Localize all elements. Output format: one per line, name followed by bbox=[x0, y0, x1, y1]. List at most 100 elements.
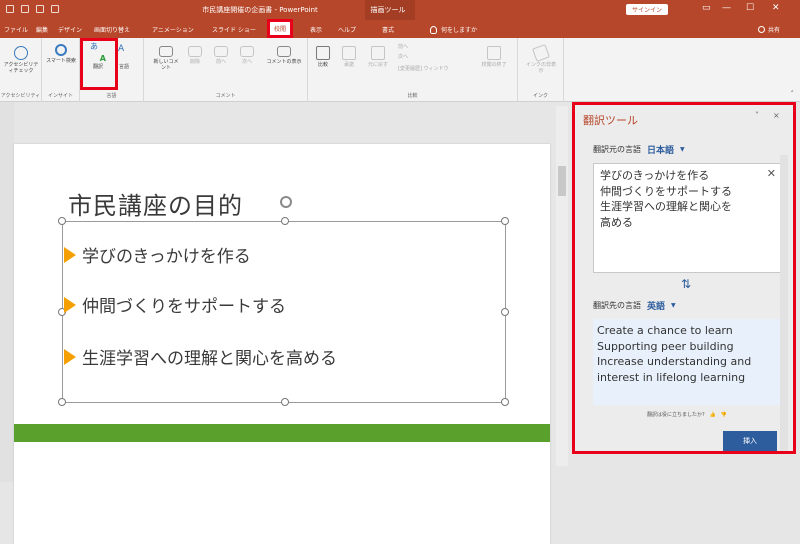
source-language-select[interactable]: 日本語 bbox=[647, 143, 674, 156]
resize-handle[interactable] bbox=[501, 217, 509, 225]
show-comments-label: コメントの表示 bbox=[266, 59, 302, 65]
pane-options-icon[interactable]: ˅ bbox=[755, 111, 759, 120]
tab-review[interactable]: 校閲 bbox=[266, 19, 294, 38]
delete-comment-button[interactable]: 削除 bbox=[184, 46, 206, 65]
prev-comment-button[interactable]: 前へ bbox=[210, 46, 232, 65]
collapse-ribbon-icon[interactable]: ˄ bbox=[791, 90, 795, 98]
quick-access-toolbar bbox=[6, 5, 59, 13]
resize-handle[interactable] bbox=[501, 398, 509, 406]
bullet-arrow-icon bbox=[64, 296, 76, 313]
ink-hide-label: インクの非表示 bbox=[525, 62, 556, 74]
group-label-language: 言語 bbox=[106, 93, 117, 99]
resize-handle[interactable] bbox=[58, 398, 66, 406]
context-tool-title: 描画ツール bbox=[370, 6, 406, 14]
pane-close-button[interactable]: × bbox=[773, 111, 780, 120]
source-text-box[interactable]: ✕ 学びのきっかけを作る 仲間づくりをサポートする 生涯学習への理解と関心を 高… bbox=[593, 163, 783, 273]
translation-result-box[interactable]: Create a chance to learn Supporting peer… bbox=[593, 319, 783, 405]
new-comment-button[interactable]: 新しいコメント bbox=[152, 46, 180, 71]
resize-handle[interactable] bbox=[281, 217, 289, 225]
insert-button[interactable]: 挿入 bbox=[723, 431, 777, 451]
review-pane-button[interactable]: [変更履歴] ウィンドウ bbox=[398, 66, 468, 72]
language-icon bbox=[116, 46, 132, 62]
swap-languages-icon[interactable]: ⇅ bbox=[681, 277, 691, 291]
group-label-insight: インサイト bbox=[47, 93, 73, 99]
thumbnail-strip[interactable] bbox=[0, 102, 14, 482]
share-button[interactable]: 共有 bbox=[758, 25, 780, 34]
tab-slideshow[interactable]: スライド ショー bbox=[212, 25, 256, 34]
pane-title: 翻訳ツール bbox=[583, 114, 638, 127]
bullet-text: 学びのきっかけを作る bbox=[82, 247, 251, 267]
bullet-arrow-icon bbox=[64, 348, 76, 365]
next-change-button[interactable]: 次へ bbox=[398, 54, 428, 60]
show-comments-button[interactable]: コメントの表示 bbox=[266, 46, 302, 65]
compare-button[interactable]: 比較 bbox=[312, 46, 334, 68]
smart-lookup-button[interactable]: スマート検索 bbox=[46, 44, 76, 64]
resize-handle[interactable] bbox=[58, 217, 66, 225]
search-icon bbox=[55, 44, 67, 56]
save-icon[interactable] bbox=[6, 5, 14, 13]
pen-icon bbox=[532, 44, 550, 62]
tab-file[interactable]: ファイル bbox=[4, 25, 28, 34]
resize-handle[interactable] bbox=[501, 308, 509, 316]
chevron-down-icon[interactable]: ▼ bbox=[680, 146, 685, 153]
group-label-ink: インク bbox=[532, 93, 548, 99]
slide-title[interactable]: 市民講座の目的 bbox=[68, 186, 243, 221]
translation-line: interest in lifelong learning bbox=[597, 370, 746, 384]
compare-label: 比較 bbox=[317, 62, 328, 68]
document-title: 市民講座開催の企画書 - PowerPoint bbox=[202, 6, 318, 14]
prev-change-button[interactable]: 前へ bbox=[398, 44, 428, 50]
present-icon[interactable] bbox=[51, 5, 59, 13]
tell-me-search[interactable]: 何をしますか bbox=[430, 25, 477, 34]
next-comment-button[interactable]: 次へ bbox=[236, 46, 258, 65]
ink-hide-button[interactable]: インクの非表示 bbox=[524, 44, 558, 74]
tab-help[interactable]: ヘルプ bbox=[338, 25, 356, 34]
signin-button[interactable]: サインイン bbox=[626, 4, 669, 15]
editor-scrollbar[interactable] bbox=[556, 106, 568, 466]
resize-handle[interactable] bbox=[281, 398, 289, 406]
translation-line: Supporting peer building bbox=[597, 339, 734, 353]
rotate-handle[interactable] bbox=[280, 196, 292, 208]
minimize-button[interactable]: — bbox=[722, 3, 731, 13]
ribbon-display-icon[interactable]: ▭ bbox=[702, 3, 711, 13]
tab-format[interactable]: 書式 bbox=[382, 25, 394, 34]
accessibility-check-button[interactable]: アクセシビリティチェック bbox=[2, 46, 40, 74]
smart-lookup-label: スマート検索 bbox=[46, 58, 76, 64]
group-label-comments: コメント bbox=[215, 93, 236, 99]
tab-edit[interactable]: 編集 bbox=[36, 25, 48, 34]
slide-editor: 市民講座の目的 学びのきっかけを作る 仲間づくりをサポートする 生涯学習への理解… bbox=[0, 102, 572, 544]
tab-design[interactable]: デザイン bbox=[58, 25, 82, 34]
prev-change-label: 前へ bbox=[398, 44, 409, 50]
slide-canvas[interactable]: 市民講座の目的 学びのきっかけを作る 仲間づくりをサポートする 生涯学習への理解… bbox=[14, 144, 550, 544]
target-language-select[interactable]: 英語 bbox=[647, 299, 665, 312]
clear-text-icon[interactable]: ✕ bbox=[767, 166, 776, 182]
reject-label: 元に戻す bbox=[367, 62, 388, 68]
bullet-item[interactable]: 仲間づくりをサポートする bbox=[64, 292, 286, 317]
source-language-label: 翻訳元の言語 bbox=[593, 145, 641, 154]
thumbs-up-icon[interactable]: 👍 bbox=[710, 412, 716, 418]
accept-label: 承諾 bbox=[343, 62, 354, 68]
target-language-row: 翻訳先の言語 英語 ▼ bbox=[593, 299, 676, 312]
next-label: 次へ bbox=[241, 59, 252, 65]
pane-scrollbar[interactable] bbox=[780, 155, 788, 451]
scroll-thumb[interactable] bbox=[558, 166, 566, 196]
end-review-button[interactable]: 校閲の終了 bbox=[480, 46, 508, 68]
source-line: 高める bbox=[600, 215, 633, 229]
maximize-button[interactable]: ☐ bbox=[746, 3, 754, 13]
close-window-button[interactable]: ✕ bbox=[772, 3, 780, 13]
end-review-icon bbox=[487, 46, 501, 60]
thumbs-down-icon[interactable]: 👎 bbox=[721, 412, 727, 418]
undo-icon[interactable] bbox=[21, 5, 29, 13]
bullet-item[interactable]: 生涯学習への理解と関心を高める bbox=[64, 344, 337, 369]
new-comment-label: 新しいコメント bbox=[153, 59, 179, 71]
tab-view[interactable]: 表示 bbox=[310, 25, 322, 34]
tab-animations[interactable]: アニメーション bbox=[152, 25, 194, 34]
redo-icon[interactable] bbox=[36, 5, 44, 13]
chevron-down-icon[interactable]: ▼ bbox=[671, 302, 676, 309]
language-label: 言語 bbox=[118, 64, 129, 70]
tab-transitions[interactable]: 画面切り替え bbox=[94, 25, 130, 34]
accept-button[interactable]: 承諾 bbox=[338, 46, 360, 68]
reject-button[interactable]: 元に戻す bbox=[364, 46, 392, 68]
end-review-label: 校閲の終了 bbox=[481, 62, 507, 68]
bullet-item[interactable]: 学びのきっかけを作る bbox=[64, 242, 251, 267]
translation-line: Increase understanding and bbox=[597, 355, 752, 368]
